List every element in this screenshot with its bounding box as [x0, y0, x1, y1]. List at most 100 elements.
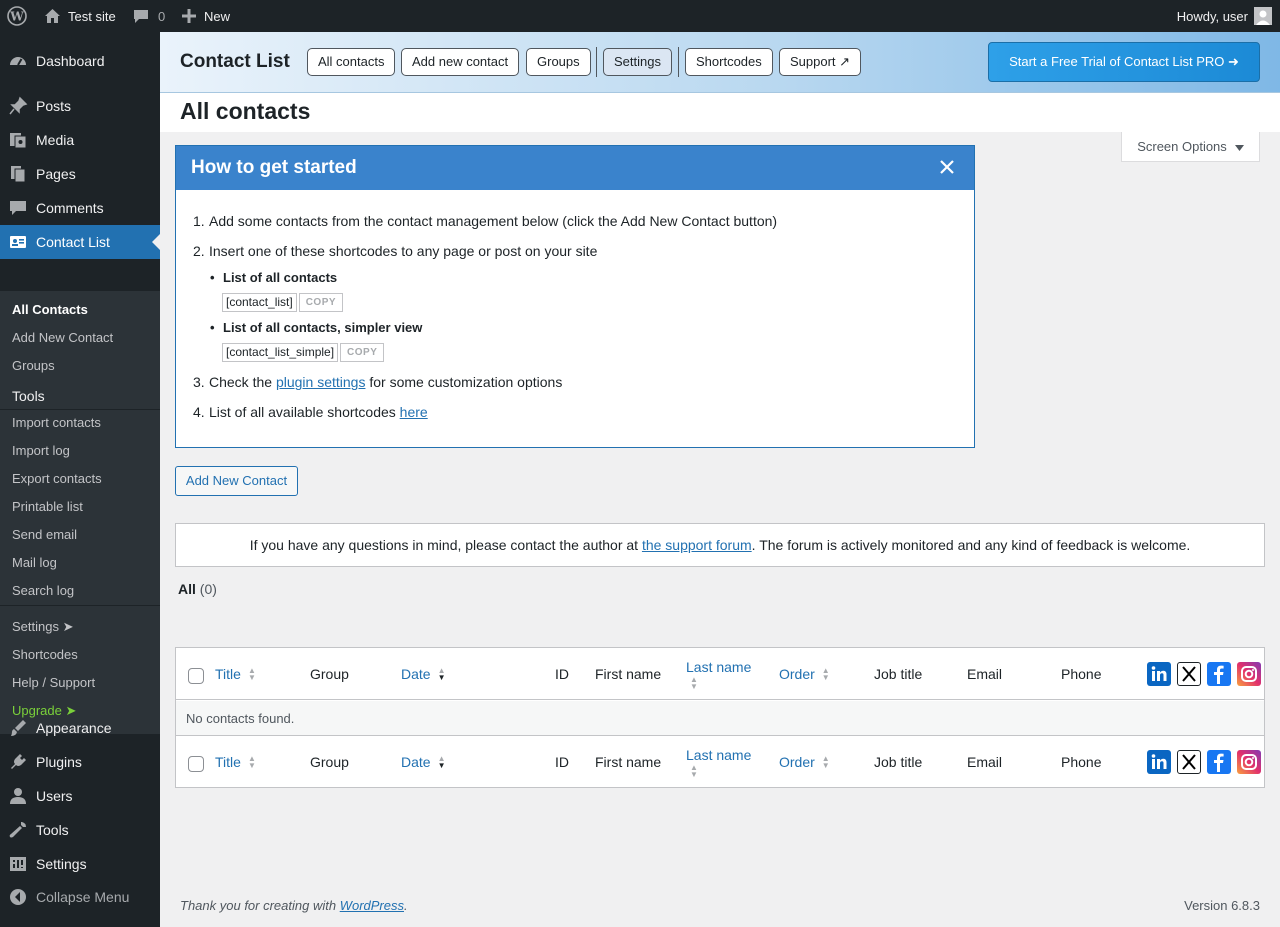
copy-button[interactable]: COPY: [298, 293, 344, 312]
column-date[interactable]: Date ▲ ▼: [401, 736, 446, 788]
contact-list-submenu: All Contacts Add New Contact Groups Tool…: [0, 291, 160, 734]
header-all-contacts-button[interactable]: All contacts: [307, 48, 396, 76]
sidebar-item-label: Contact List: [36, 234, 110, 250]
sidebar-item-plugins[interactable]: Plugins: [0, 745, 160, 779]
sidebar-item-appearance[interactable]: Appearance: [0, 711, 160, 745]
submenu-import-contacts[interactable]: Import contacts: [12, 413, 101, 433]
svg-text:W: W: [9, 10, 24, 24]
id-card-icon: [0, 232, 36, 252]
select-all-checkbox[interactable]: [188, 648, 204, 700]
shortcode-bullet-1: List of all contacts: [210, 270, 337, 285]
submenu-shortcodes[interactable]: Shortcodes: [12, 645, 78, 665]
wrench-icon: [0, 820, 36, 840]
plugin-settings-link[interactable]: plugin settings: [276, 374, 366, 390]
sidebar-item-label: Plugins: [36, 754, 82, 770]
submenu-settings[interactable]: Settings ➤: [12, 617, 73, 637]
sidebar-item-contact-list[interactable]: Contact List: [0, 225, 160, 259]
submenu-all-contacts[interactable]: All Contacts: [12, 300, 88, 320]
column-first-name: First name: [595, 666, 662, 682]
submenu-send-email[interactable]: Send email: [12, 525, 77, 545]
step-4: 4. List of all available shortcodes here: [193, 404, 428, 420]
screen-options-toggle[interactable]: Screen Options: [1121, 132, 1260, 162]
plugin-title: Contact List: [180, 51, 290, 72]
header-shortcodes-button[interactable]: Shortcodes: [685, 48, 773, 76]
table-header-row: Title ▲ ▼ Group Date ▲ ▼ ID First name Last …: [176, 648, 1264, 700]
pro-trial-button[interactable]: Start a Free Trial of Contact List PRO ➜: [988, 42, 1260, 82]
facebook-icon: [1207, 662, 1231, 686]
support-notice-text-end: . The forum is actively monitored and an…: [751, 537, 1191, 553]
my-account-link[interactable]: Howdy, user: [1177, 0, 1272, 32]
screen-options-label: Screen Options: [1137, 139, 1227, 154]
sidebar-item-settings[interactable]: Settings: [0, 847, 160, 881]
step-4-text: List of all available shortcodes: [209, 404, 400, 420]
sidebar-item-tools[interactable]: Tools: [0, 813, 160, 847]
wordpress-logo-icon[interactable]: W: [7, 0, 27, 32]
header-support-button[interactable]: Support ↗: [779, 48, 862, 76]
header-settings-button[interactable]: Settings: [603, 48, 672, 76]
sidebar-item-media[interactable]: Media: [0, 123, 160, 157]
site-name-link[interactable]: Test site: [44, 0, 116, 32]
column-last-name-label: Last name: [686, 747, 752, 763]
table-footer-row: Title ▲ ▼ Group Date ▲ ▼ ID First name Last …: [176, 735, 1264, 787]
column-title-label: Title: [215, 754, 241, 770]
column-title[interactable]: Title ▲ ▼: [215, 736, 256, 788]
submenu-groups[interactable]: Groups: [12, 356, 55, 376]
sort-desc-icon: ▲ ▼: [437, 754, 446, 770]
column-order[interactable]: Order ▲ ▼: [779, 736, 830, 788]
copy-button[interactable]: COPY: [340, 343, 385, 362]
sidebar-item-posts[interactable]: Posts: [0, 89, 160, 123]
sidebar-item-label: Tools: [36, 822, 69, 838]
step-3-text: Check the: [209, 374, 276, 390]
submenu-add-new-contact[interactable]: Add New Contact: [12, 328, 113, 348]
admin-bar: W Test site 0 New Howdy, user: [0, 0, 1280, 32]
sidebar-item-comments[interactable]: Comments: [0, 191, 160, 225]
sort-icon: ▲ ▼: [821, 754, 830, 770]
sidebar-item-label: Comments: [36, 200, 104, 216]
column-order[interactable]: Order ▲ ▼: [779, 648, 830, 700]
column-date[interactable]: Date ▲ ▼: [401, 648, 446, 700]
collapse-menu-button[interactable]: Collapse Menu: [0, 880, 160, 914]
submenu-search-log[interactable]: Search log: [12, 581, 74, 601]
column-date-label: Date: [401, 754, 431, 770]
shortcodes-here-link[interactable]: here: [400, 404, 428, 420]
column-last-name[interactable]: Last name ▲ ▼: [686, 736, 751, 788]
column-id: ID: [555, 666, 569, 682]
shortcode-text: [contact_list]: [222, 293, 297, 312]
column-title[interactable]: Title ▲ ▼: [215, 648, 256, 700]
add-new-contact-button[interactable]: Add New Contact: [175, 466, 298, 496]
new-content-link[interactable]: New: [182, 0, 230, 32]
user-icon: [0, 786, 36, 806]
column-phone: Phone: [1061, 754, 1102, 770]
submenu-export-contacts[interactable]: Export contacts: [12, 469, 102, 489]
sidebar-item-pages[interactable]: Pages: [0, 157, 160, 191]
instagram-icon: [1237, 662, 1261, 686]
sidebar-item-label: Collapse Menu: [36, 889, 130, 905]
header-groups-button[interactable]: Groups: [526, 48, 591, 76]
submenu-printable-list[interactable]: Printable list: [12, 497, 83, 517]
select-all-checkbox[interactable]: [188, 736, 204, 788]
submenu-mail-log[interactable]: Mail log: [12, 553, 57, 573]
x-icon: [1177, 750, 1201, 774]
wordpress-link[interactable]: WordPress: [340, 898, 404, 913]
filter-all[interactable]: All (0): [178, 581, 217, 597]
submenu-help-support[interactable]: Help / Support: [12, 673, 95, 693]
sidebar-item-users[interactable]: Users: [0, 779, 160, 813]
dashboard-icon: [0, 51, 36, 71]
column-job-title: Job title: [874, 754, 923, 770]
support-forum-link[interactable]: the support forum: [642, 537, 752, 553]
sidebar-item-label: Users: [36, 788, 73, 804]
sidebar-item-label: Media: [36, 132, 75, 148]
greeting: Howdy, user: [1176, 8, 1248, 24]
contacts-table: Title ▲ ▼ Group Date ▲ ▼ ID First name Last …: [175, 647, 1265, 788]
header-divider: [678, 47, 679, 77]
footer-version: Version 6.8.3: [1184, 898, 1260, 913]
empty-message: No contacts found.: [186, 711, 295, 726]
sidebar-item-dashboard[interactable]: Dashboard: [0, 44, 160, 78]
close-icon[interactable]: [938, 158, 956, 176]
sort-icon: ▲ ▼: [690, 675, 698, 691]
comment-icon: [0, 198, 36, 218]
header-add-new-contact-button[interactable]: Add new contact: [401, 48, 520, 76]
submenu-import-log[interactable]: Import log: [12, 441, 70, 461]
column-last-name[interactable]: Last name ▲ ▼: [686, 648, 751, 700]
comments-link[interactable]: 0: [133, 0, 165, 32]
